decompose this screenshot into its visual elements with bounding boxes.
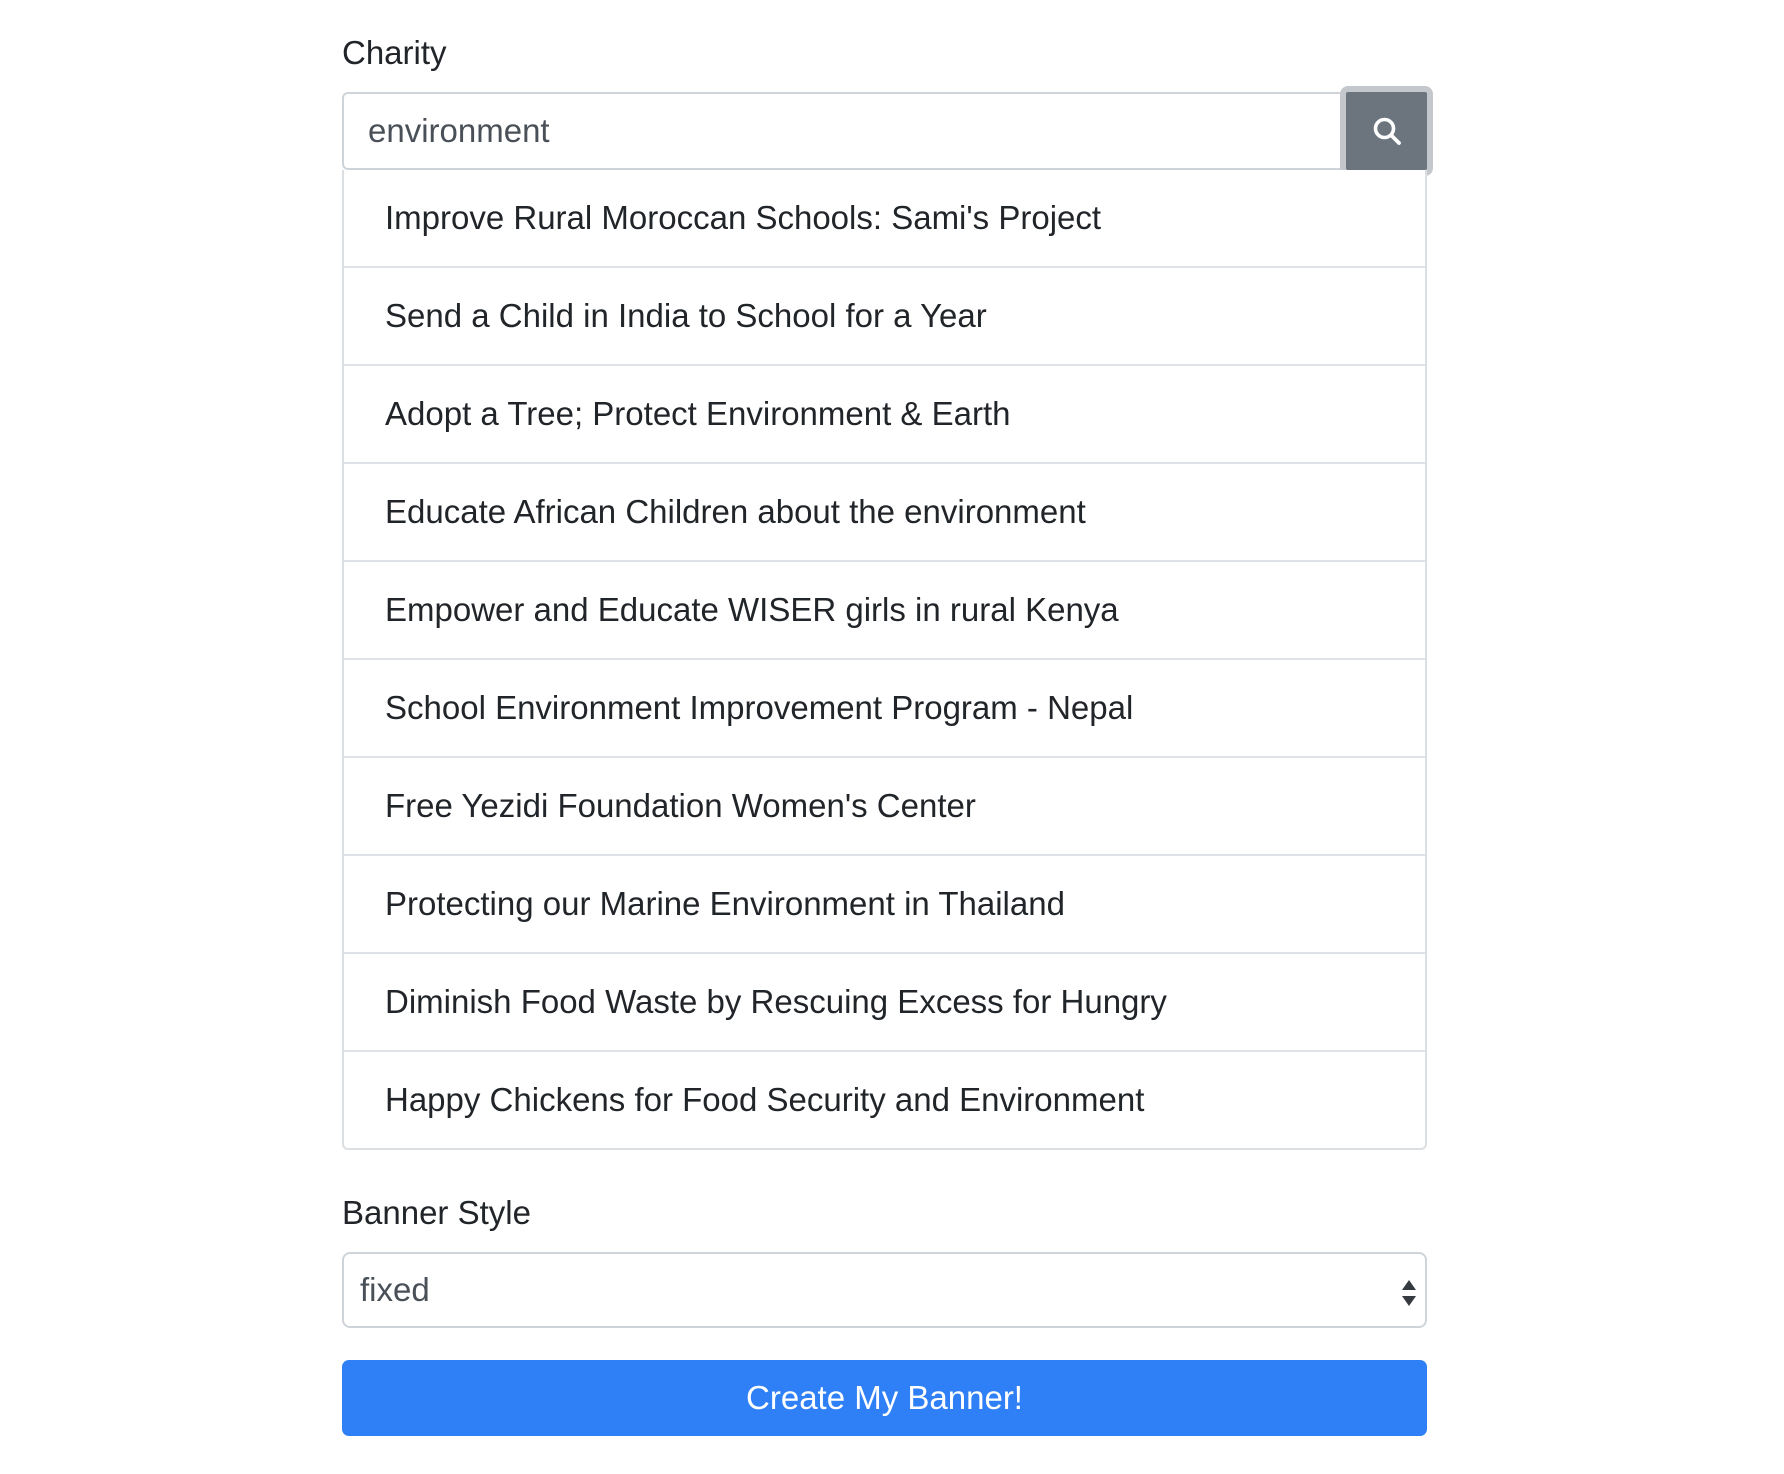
charity-search-input[interactable]	[342, 92, 1340, 170]
charity-result-item[interactable]: Adopt a Tree; Protect Environment & Eart…	[344, 364, 1425, 462]
charity-result-item[interactable]: Empower and Educate WISER girls in rural…	[344, 560, 1425, 658]
charity-result-item[interactable]: Educate African Children about the envir…	[344, 462, 1425, 560]
banner-style-select[interactable]: fixed	[342, 1252, 1427, 1328]
charity-result-item[interactable]: Protecting our Marine Environment in Tha…	[344, 854, 1425, 952]
create-banner-button[interactable]: Create My Banner!	[342, 1360, 1427, 1436]
charity-label: Charity	[342, 34, 447, 71]
search-icon	[1372, 116, 1402, 146]
search-button[interactable]	[1340, 86, 1433, 176]
select-arrows-icon	[1401, 1278, 1417, 1308]
charity-result-item[interactable]: Diminish Food Waste by Rescuing Excess f…	[344, 952, 1425, 1050]
charity-result-item[interactable]: Send a Child in India to School for a Ye…	[344, 266, 1425, 364]
charity-results-list: Improve Rural Moroccan Schools: Sami's P…	[342, 170, 1427, 1150]
banner-style-selected-value: fixed	[360, 1271, 430, 1308]
charity-result-item[interactable]: Free Yezidi Foundation Women's Center	[344, 756, 1425, 854]
charity-result-item[interactable]: Happy Chickens for Food Security and Env…	[344, 1050, 1425, 1148]
charity-result-item[interactable]: Improve Rural Moroccan Schools: Sami's P…	[344, 170, 1425, 266]
banner-style-label: Banner Style	[342, 1194, 531, 1231]
charity-result-item[interactable]: School Environment Improvement Program -…	[344, 658, 1425, 756]
charity-search-group	[342, 86, 1433, 176]
